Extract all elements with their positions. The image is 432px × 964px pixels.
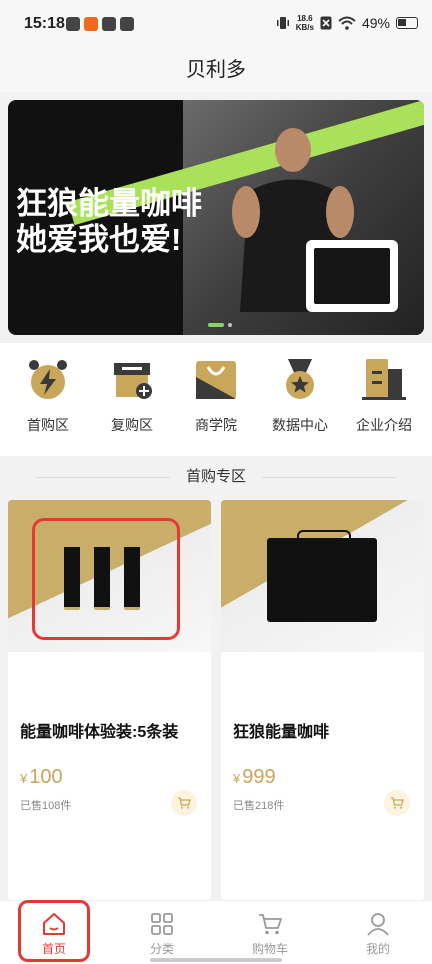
banner-slogan: 狂狼能量咖啡 她爱我也爱! (16, 186, 202, 257)
product-price: ¥999 (233, 766, 276, 788)
product-sold-count: 已售218件 (233, 800, 285, 812)
gift-box-image (267, 530, 377, 622)
grid-icon (151, 913, 173, 935)
tab-profile[interactable]: 我的 (324, 901, 432, 964)
cart-icon (259, 914, 282, 935)
medal-star-icon (286, 359, 314, 399)
section-title: 首购专区 (0, 460, 432, 494)
product-card[interactable]: 狂狼能量咖啡 ¥999 已售218件 (221, 500, 424, 900)
cart-icon (178, 797, 191, 809)
product-box-image (306, 240, 398, 312)
add-to-cart-button[interactable] (384, 790, 410, 816)
no-sim-icon (320, 16, 332, 30)
battery-percent: 49% (361, 15, 390, 31)
alarm-bolt-icon (29, 360, 67, 399)
status-time: 15:18 (24, 15, 65, 32)
add-to-cart-button[interactable] (171, 790, 197, 816)
carousel-indicator (208, 323, 232, 327)
annotation-highlight-box (32, 518, 180, 640)
product-price: ¥100 (20, 766, 63, 788)
cart-icon (391, 797, 404, 809)
product-title: 能量咖啡体验装:5条装 (20, 724, 179, 741)
product-image (221, 500, 424, 652)
home-indicator (150, 958, 282, 962)
store-plus-icon (114, 363, 152, 399)
menu-item-first-purchase[interactable]: 首购区 (8, 343, 88, 456)
page-title: 贝利多 (0, 48, 432, 92)
status-right: 18.6 KB/s 49% (276, 14, 418, 32)
carousel-dot-active (208, 323, 224, 327)
building-icon (362, 359, 406, 400)
wifi-icon (338, 16, 356, 30)
quick-menu: 首购区 复购区 商学院 数据中心 企业介绍 (0, 343, 432, 456)
carousel-dot (228, 323, 232, 327)
annotation-highlight-box (18, 900, 90, 962)
menu-item-company-intro[interactable]: 企业介绍 (344, 343, 424, 456)
app-notification-icon (84, 17, 98, 31)
app-notification-icon (120, 17, 134, 31)
status-bar: 15:18 18.6 KB/s 49% (0, 0, 432, 48)
tab-category[interactable]: 分类 (108, 901, 216, 964)
battery-icon (396, 17, 418, 29)
notification-icons (66, 17, 134, 31)
shopping-bag-icon (196, 361, 236, 399)
menu-item-data-center[interactable]: 数据中心 (260, 343, 340, 456)
product-title: 狂狼能量咖啡 (233, 724, 330, 741)
menu-item-business-school[interactable]: 商学院 (176, 343, 256, 456)
promo-banner[interactable]: 贝利多商城 狂狼能量咖啡 她爱我也爱! (8, 100, 424, 335)
user-icon (367, 913, 389, 936)
vibrate-icon (276, 17, 289, 29)
tiktok-icon (102, 17, 116, 31)
network-speed: 18.6 KB/s (295, 14, 314, 32)
app-notification-icon (66, 17, 80, 31)
tab-cart[interactable]: 购物车 (216, 901, 324, 964)
product-sold-count: 已售108件 (20, 800, 72, 812)
menu-item-repurchase[interactable]: 复购区 (92, 343, 172, 456)
